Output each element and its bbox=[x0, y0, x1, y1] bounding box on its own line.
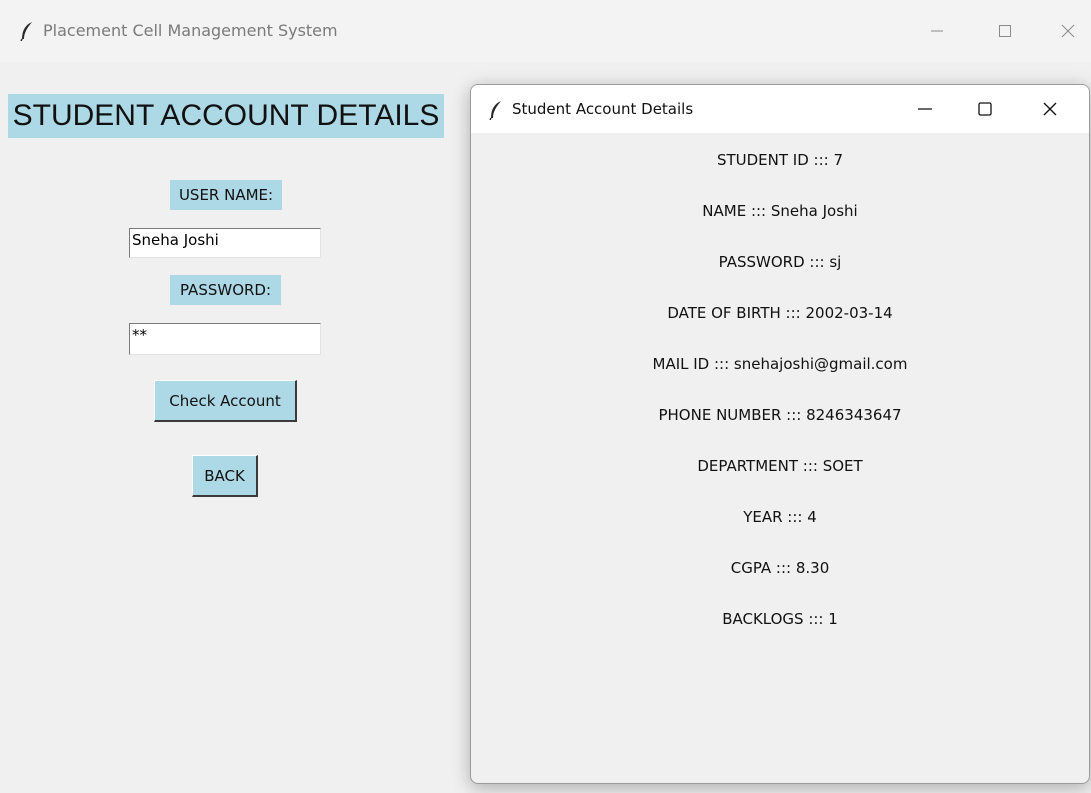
popup-maximize-button[interactable] bbox=[962, 92, 1008, 126]
maximize-icon bbox=[999, 25, 1011, 37]
maximize-button[interactable] bbox=[982, 14, 1028, 48]
popup-titlebar: Student Account Details bbox=[471, 85, 1089, 133]
close-icon bbox=[1061, 24, 1075, 38]
minimize-icon bbox=[931, 30, 943, 32]
feather-icon bbox=[20, 22, 32, 41]
popup-minimize-button[interactable] bbox=[902, 92, 948, 126]
student-account-details-window: Student Account Details STUDENT ID ::: 7… bbox=[470, 84, 1090, 784]
detail-department: DEPARTMENT ::: SOET bbox=[697, 457, 863, 475]
detail-year: YEAR ::: 4 bbox=[743, 508, 817, 526]
detail-cgpa: CGPA ::: 8.30 bbox=[730, 559, 830, 577]
detail-backlogs: BACKLOGS ::: 1 bbox=[722, 610, 838, 628]
detail-password: PASSWORD ::: sj bbox=[718, 253, 842, 271]
detail-phone-number: PHONE NUMBER ::: 8246343647 bbox=[658, 406, 902, 424]
feather-icon bbox=[489, 101, 501, 120]
detail-date-of-birth: DATE OF BIRTH ::: 2002-03-14 bbox=[667, 304, 893, 322]
maximize-icon bbox=[978, 102, 992, 116]
close-icon bbox=[1043, 102, 1057, 116]
back-button[interactable]: BACK bbox=[192, 455, 258, 497]
detail-name: NAME ::: Sneha Joshi bbox=[702, 202, 858, 220]
check-account-button[interactable]: Check Account bbox=[154, 380, 297, 422]
popup-window-title: Student Account Details bbox=[512, 100, 694, 118]
password-label: PASSWORD: bbox=[170, 275, 281, 305]
page-title: STUDENT ACCOUNT DETAILS bbox=[8, 94, 444, 138]
username-field[interactable]: Sneha Joshi bbox=[129, 228, 321, 258]
minimize-button[interactable] bbox=[914, 14, 960, 48]
close-button[interactable] bbox=[1045, 14, 1091, 48]
popup-close-button[interactable] bbox=[1027, 92, 1073, 126]
minimize-icon bbox=[918, 108, 932, 110]
detail-student-id: STUDENT ID ::: 7 bbox=[716, 151, 844, 169]
username-label: USER NAME: bbox=[170, 180, 282, 210]
password-field[interactable]: ** bbox=[129, 323, 321, 355]
detail-mail-id: MAIL ID ::: snehajoshi@gmail.com bbox=[652, 355, 908, 373]
main-titlebar: Placement Cell Management System bbox=[0, 0, 1091, 62]
main-window-title: Placement Cell Management System bbox=[43, 21, 338, 40]
